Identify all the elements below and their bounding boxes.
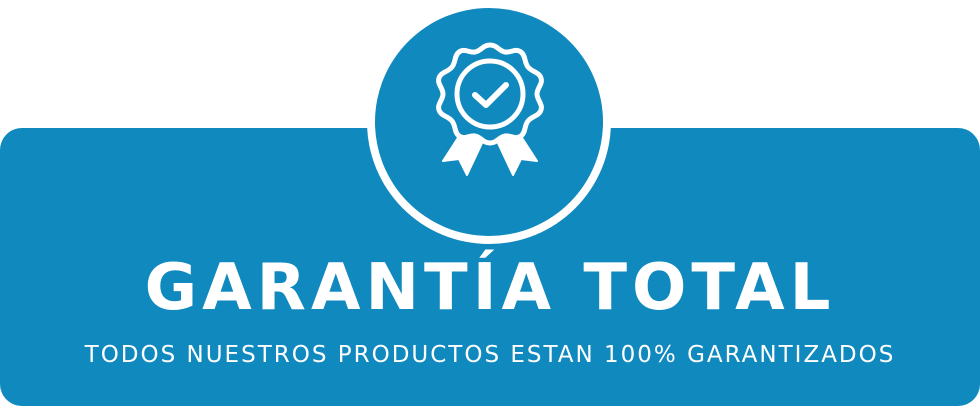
award-badge-check-icon [436,42,544,176]
guarantee-banner: GARANTÍA TOTAL TODOS NUESTROS PRODUCTOS … [0,0,980,406]
banner-title: GARANTÍA TOTAL [144,251,836,325]
banner-subtitle: TODOS NUESTROS PRODUCTOS ESTAN 100% GARA… [84,342,896,368]
